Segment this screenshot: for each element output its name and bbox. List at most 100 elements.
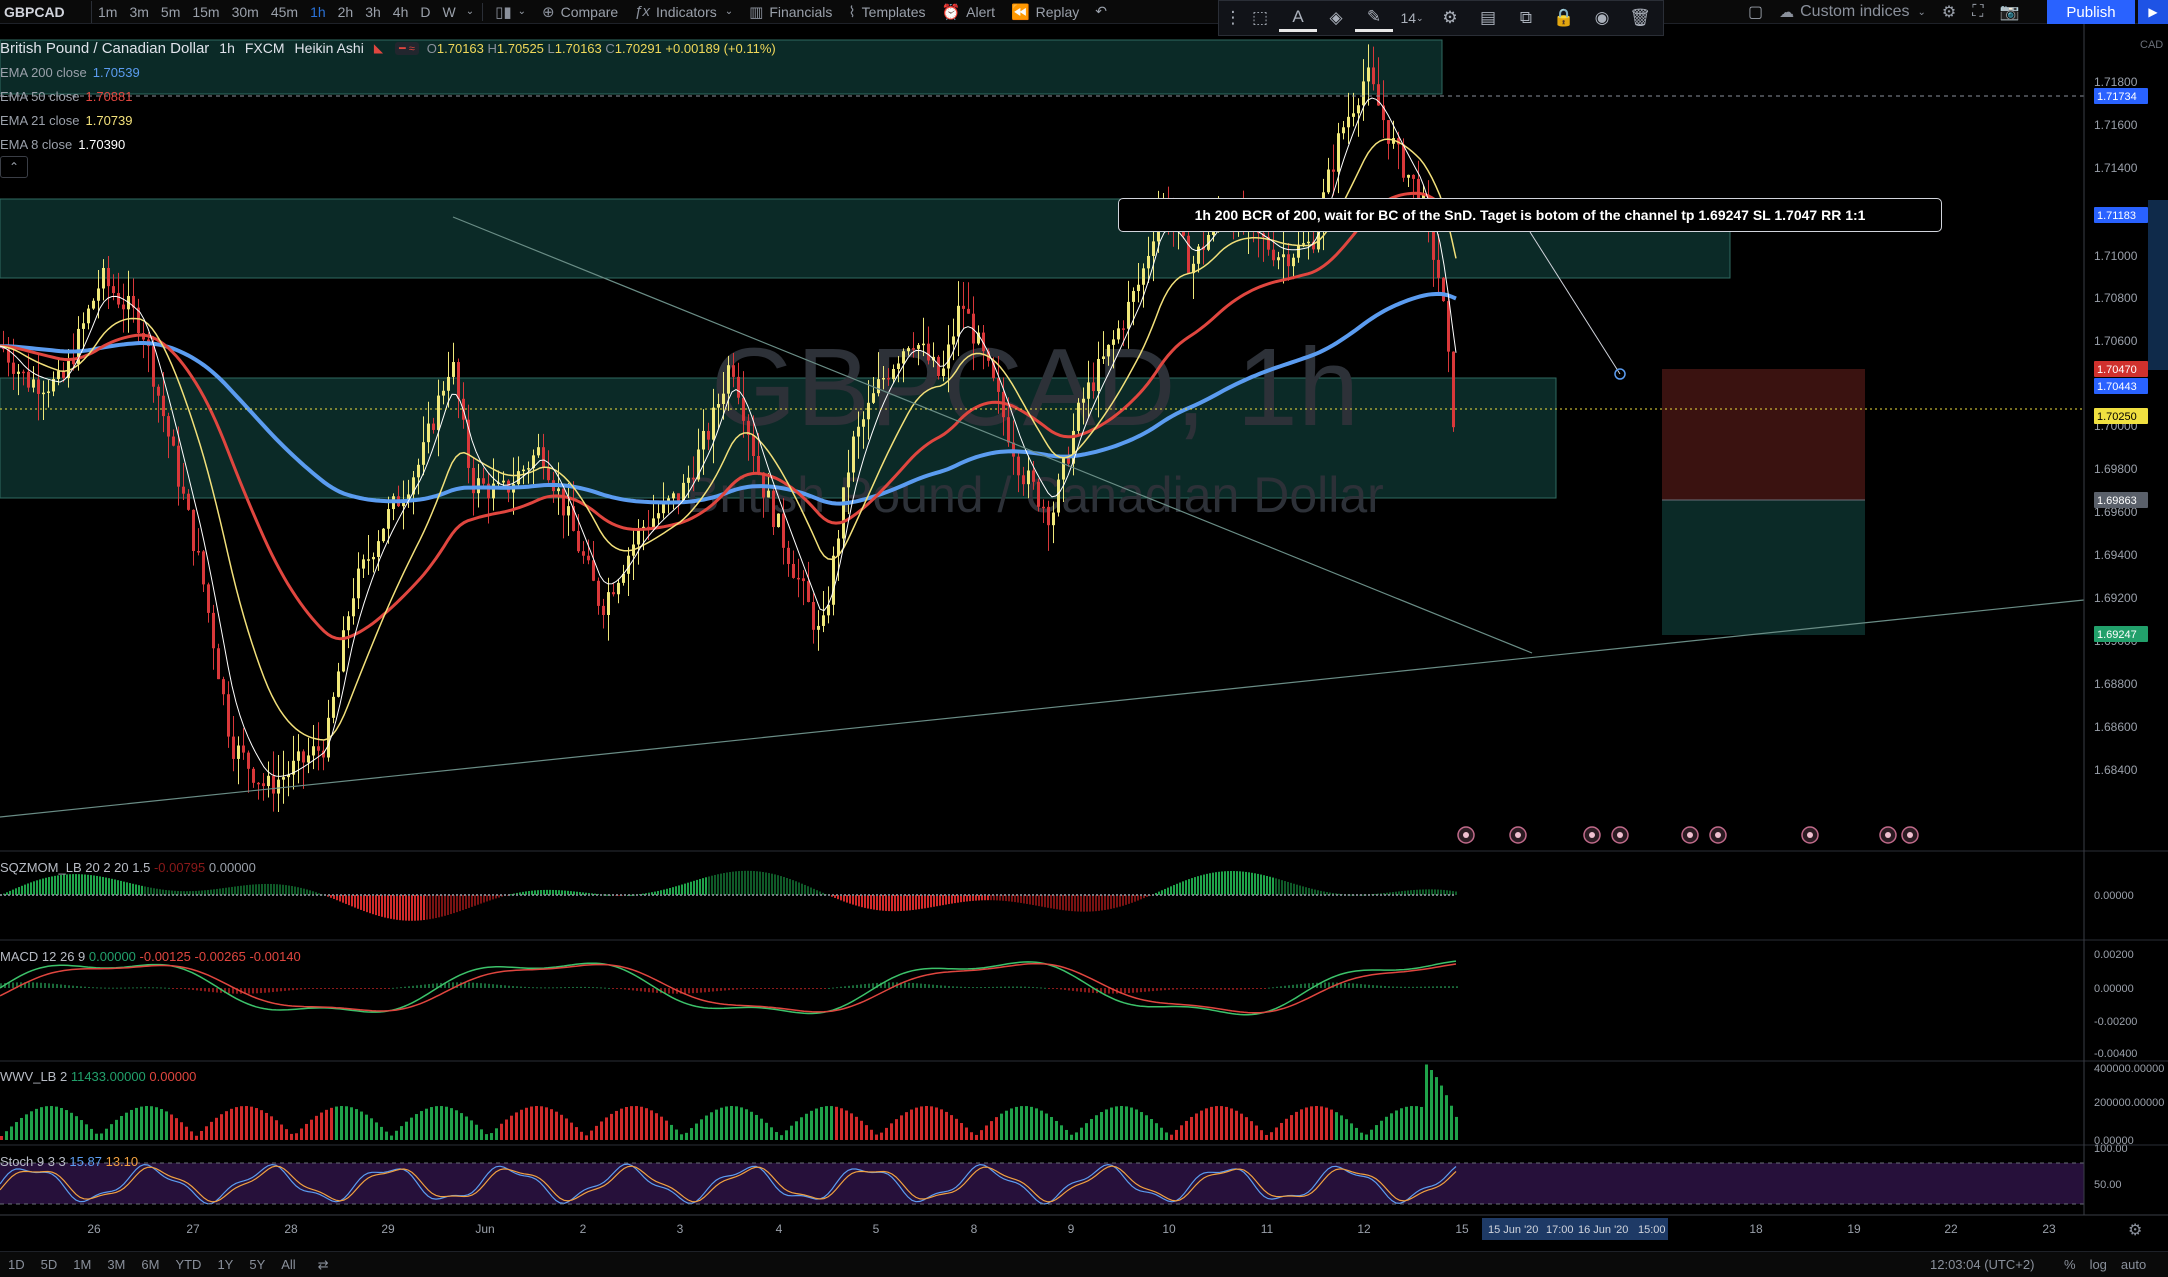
macd-hist-bar <box>532 987 534 989</box>
wwv-bar <box>490 1133 493 1140</box>
sqzmom-bar <box>1191 878 1193 895</box>
range-all[interactable]: All <box>273 1257 303 1272</box>
range-1d[interactable]: 1D <box>0 1257 33 1272</box>
interval-W[interactable]: W <box>437 0 462 24</box>
macd-hist-bar <box>744 988 746 990</box>
compare-button[interactable]: ⊕ Compare <box>534 0 626 24</box>
candle-body <box>917 345 920 349</box>
candle-body <box>447 376 450 391</box>
wwv-bar <box>60 1107 63 1140</box>
alert-button[interactable]: ⏰ Alert <box>933 0 1002 24</box>
macd-hist-bar <box>1296 984 1298 988</box>
percent-scale-button[interactable]: % <box>2064 1257 2076 1272</box>
candle-body <box>787 547 790 564</box>
wwv-bar <box>910 1109 913 1140</box>
ema-legend-row[interactable]: EMA 50 close 1.70881 <box>0 84 776 108</box>
macd-signal: -0.00265 <box>194 949 246 964</box>
symbol-search[interactable]: GBPCAD <box>0 0 92 23</box>
wwv-bar <box>530 1106 533 1140</box>
interval-3m[interactable]: 3m <box>123 0 154 24</box>
log-scale-button[interactable]: log <box>2090 1257 2107 1272</box>
financials-button[interactable]: ▥ Financials <box>741 0 840 24</box>
wwv-bar <box>460 1113 463 1140</box>
stoch-label[interactable]: Stoch 9 3 3 15.87 13.10 <box>0 1154 138 1169</box>
wwv-bar <box>1385 1116 1388 1140</box>
interval-dropdown-icon[interactable]: ⌄ <box>462 0 478 24</box>
macd-hist-bar <box>1080 988 1082 992</box>
flag-icon[interactable]: ◣ <box>374 41 383 55</box>
collapse-legend-button[interactable]: ⌃ <box>0 156 28 178</box>
wwv-bar <box>240 1106 243 1140</box>
range-ytd[interactable]: YTD <box>167 1257 209 1272</box>
interval-1h[interactable]: 1h <box>304 0 332 24</box>
interval-30m[interactable]: 30m <box>226 0 265 24</box>
interval-5m[interactable]: 5m <box>155 0 186 24</box>
sqzmom-bar <box>252 884 254 895</box>
chart-type-button[interactable]: ▯▮ ⌄ <box>487 0 534 24</box>
play-button[interactable]: ▶ <box>2138 0 2168 24</box>
interval-3h[interactable]: 3h <box>359 0 387 24</box>
wwv-bar <box>545 1107 548 1140</box>
macd-hist-bar <box>1416 986 1418 988</box>
snapshot-button[interactable]: 📷 <box>1991 0 2027 24</box>
wwv-bar <box>125 1112 128 1140</box>
trade-annotation[interactable]: 1h 200 BCR of 200, wait for BC of the Sn… <box>1118 198 1942 232</box>
undo-button[interactable]: ↶ <box>1087 0 1115 24</box>
interval-15m[interactable]: 15m <box>186 0 225 24</box>
candle-body <box>1077 402 1080 431</box>
ema-legend-row[interactable]: EMA 200 close 1.70539 <box>0 60 776 84</box>
layout-button[interactable]: ▢ <box>1740 0 1771 24</box>
indicators-button[interactable]: ƒx Indicators ⌄ <box>626 0 741 24</box>
price-tick: 1.69200 <box>2094 591 2138 605</box>
macd-hist-bar <box>356 988 358 989</box>
macd-hist-bar <box>392 987 394 989</box>
sqzmom-bar <box>1272 877 1274 895</box>
replay-button[interactable]: ⏪ Replay <box>1003 0 1087 24</box>
date-range-icon[interactable]: ⇄ <box>318 1257 329 1273</box>
sqzmom-bar <box>594 893 596 895</box>
candle-body <box>922 343 925 346</box>
range-1m[interactable]: 1M <box>65 1257 99 1272</box>
macd-hist-bar <box>340 988 342 989</box>
range-5d[interactable]: 5D <box>33 1257 66 1272</box>
sqzmom-label[interactable]: SQZMOM_LB 20 2 20 1.5 -0.00795 0.00000 <box>0 860 256 875</box>
clock[interactable]: 12:03:04 (UTC+2) <box>1930 1257 2034 1272</box>
publish-button[interactable]: Publish <box>2047 0 2135 24</box>
range-3m[interactable]: 3M <box>99 1257 133 1272</box>
sqzmom-bar <box>912 895 914 910</box>
symbol-title[interactable]: British Pound / Canadian Dollar <box>0 40 209 57</box>
candle-body <box>257 782 260 785</box>
range-6m[interactable]: 6M <box>133 1257 167 1272</box>
candle-body <box>887 377 890 380</box>
macd-hist-bar <box>396 987 398 989</box>
range-5y[interactable]: 5Y <box>241 1257 273 1272</box>
macd-hist-bar <box>1404 986 1406 988</box>
macd-hist-bar <box>336 988 338 989</box>
range-1y[interactable]: 1Y <box>209 1257 241 1272</box>
wwv-bar <box>1230 1108 1233 1140</box>
interval-4h[interactable]: 4h <box>387 0 415 24</box>
wwv-bar <box>175 1118 178 1140</box>
interval-1m[interactable]: 1m <box>92 0 123 24</box>
macd-label[interactable]: MACD 12 26 9 0.00000 -0.00125 -0.00265 -… <box>0 949 301 964</box>
wwv-bar <box>295 1133 298 1140</box>
settings-button[interactable]: ⚙ <box>1934 0 1964 24</box>
templates-button[interactable]: ⌇ Templates <box>840 0 933 24</box>
indicator-toggle-icon[interactable]: ━ ≈ <box>395 41 419 55</box>
interval-2h[interactable]: 2h <box>332 0 360 24</box>
custom-indices-button[interactable]: ☁ Custom indices ⌄ <box>1771 0 1934 24</box>
ema-legend-row[interactable]: EMA 21 close 1.70739 <box>0 108 776 132</box>
macd-hist-bar <box>180 988 182 989</box>
wwv-label[interactable]: WWV_LB 2 11433.00000 0.00000 <box>0 1069 196 1084</box>
fullscreen-button[interactable]: ⛶ <box>1964 0 1991 24</box>
sqzmom-bar <box>342 895 344 903</box>
sqzmom-bar <box>483 895 485 903</box>
interval-45m[interactable]: 45m <box>265 0 304 24</box>
macd-hist-bar <box>152 987 154 989</box>
auto-scale-button[interactable]: auto <box>2121 1257 2146 1272</box>
macd-hist-bar <box>812 988 814 990</box>
wwv-bar <box>615 1110 618 1140</box>
interval-D[interactable]: D <box>414 0 436 24</box>
ema-legend-row[interactable]: EMA 8 close 1.70390 <box>0 132 776 156</box>
sqzmom-bar <box>1338 893 1340 895</box>
